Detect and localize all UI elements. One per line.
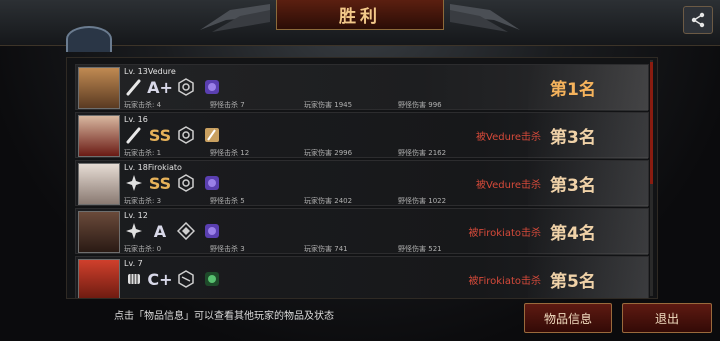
page-title: 胜利: [339, 7, 381, 27]
equipment-icons: A: [124, 220, 222, 242]
armor-icon: [176, 173, 196, 193]
rank-label: 第1名: [550, 80, 596, 100]
killed-by-text: 被Vedure击杀: [476, 180, 541, 191]
monster-kills-stat: 野怪击杀 12: [210, 149, 250, 157]
player-level-name: Lv. 16: [124, 115, 148, 124]
player-kills-stat: 玩家击杀: 3: [124, 197, 162, 205]
item-info-button[interactable]: 物品信息: [524, 303, 612, 333]
armor-icon: [176, 269, 196, 289]
hint-text: 点击「物品信息」可以查看其他玩家的物品及状态: [114, 311, 334, 322]
player-level-name: Lv. 7: [124, 259, 143, 268]
scrollbar-thumb[interactable]: [650, 62, 653, 184]
share-button[interactable]: [683, 6, 713, 34]
bat-weapon-icon: [124, 77, 144, 97]
avatar: [78, 67, 120, 109]
player-level-name: Lv. 18Firokiato: [124, 163, 182, 172]
armor-icon: [176, 221, 196, 241]
equipment-icons: SS: [124, 124, 222, 146]
player-level: Lv. 16: [124, 115, 148, 124]
player-row[interactable]: Lv. 12 A 玩家击杀: 0 野怪击杀 3 玩家伤害 741 野怪伤害 52…: [75, 208, 649, 255]
item-icon: [202, 125, 222, 145]
player-name: Vedure: [147, 67, 176, 76]
player-level: Lv. 12: [124, 211, 148, 220]
monster-kills-stat: 野怪击杀 7: [210, 101, 245, 109]
shuriken-weapon-icon: [124, 173, 144, 193]
monster-kills-stat: 野怪击杀 5: [210, 197, 245, 205]
grade-badge: A+: [147, 77, 173, 97]
title-plate: 胜利: [276, 0, 444, 30]
mode-emblem-icon: [66, 26, 112, 52]
player-level: Lv. 13: [124, 67, 148, 76]
equipment-icons: C+: [124, 268, 222, 290]
armor-icon: [176, 77, 196, 97]
player-name: Firokiato: [147, 163, 182, 172]
exit-button[interactable]: 退出: [622, 303, 712, 333]
rank-label: 第3名: [550, 176, 596, 196]
right-wing-ornament: [450, 4, 520, 32]
item-icon: [202, 269, 222, 289]
avatar: [78, 211, 120, 253]
item-icon: [202, 173, 222, 193]
player-damage-stat: 玩家伤害 2402: [304, 197, 353, 205]
monster-kills-stat: 野怪击杀 3: [210, 245, 245, 253]
player-kills-stat: 玩家击杀: 0: [124, 245, 162, 253]
shuriken-weapon-icon: [124, 221, 144, 241]
monster-damage-stat: 野怪伤害 2162: [398, 149, 447, 157]
player-kills-stat: 玩家击杀: 1: [124, 149, 162, 157]
player-row[interactable]: Lv. 18Firokiato SS 玩家击杀: 3 野怪击杀 5 玩家伤害 2…: [75, 160, 649, 207]
bat-weapon-icon: [124, 125, 144, 145]
avatar: [78, 259, 120, 298]
player-damage-stat: 玩家伤害 741: [304, 245, 348, 253]
avatar: [78, 115, 120, 157]
equipment-icons: SS: [124, 172, 222, 194]
player-level: Lv. 18: [124, 163, 148, 172]
item-icon: [202, 77, 222, 97]
armor-icon: [176, 125, 196, 145]
results-panel[interactable]: Lv. 13Vedure A+ 玩家击杀: 4 野怪击杀 7 玩家伤害 1945…: [66, 57, 658, 299]
killed-by-text: 被Firokiato击杀: [468, 228, 541, 239]
player-row[interactable]: Lv. 16 SS 玩家击杀: 1 野怪击杀 12 玩家伤害 2996 野怪伤害…: [75, 112, 649, 159]
fist-weapon-icon: [124, 269, 144, 289]
player-level-name: Lv. 12: [124, 211, 148, 220]
monster-damage-stat: 野怪伤害 521: [398, 245, 442, 253]
rank-label: 第5名: [550, 272, 596, 292]
player-kills-stat: 玩家击杀: 4: [124, 101, 162, 109]
rank-label: 第3名: [550, 128, 596, 148]
player-level: Lv. 7: [124, 259, 143, 268]
killed-by-text: 被Vedure击杀: [476, 132, 541, 143]
share-icon: [691, 12, 705, 28]
player-row[interactable]: Lv. 7 C+ 被Firokiato击杀 第5名: [75, 256, 649, 298]
grade-badge: C+: [147, 269, 173, 289]
avatar: [78, 163, 120, 205]
grade-badge: SS: [148, 125, 172, 145]
monster-damage-stat: 野怪伤害 996: [398, 101, 442, 109]
player-level-name: Lv. 13Vedure: [124, 67, 176, 76]
left-wing-ornament: [200, 4, 270, 32]
grade-badge: A: [153, 221, 167, 241]
monster-damage-stat: 野怪伤害 1022: [398, 197, 447, 205]
grade-badge: SS: [148, 173, 172, 193]
player-damage-stat: 玩家伤害 2996: [304, 149, 353, 157]
equipment-icons: A+: [124, 76, 222, 98]
rank-label: 第4名: [550, 224, 596, 244]
killed-by-text: 被Firokiato击杀: [468, 276, 541, 287]
player-row[interactable]: Lv. 13Vedure A+ 玩家击杀: 4 野怪击杀 7 玩家伤害 1945…: [75, 64, 649, 111]
player-damage-stat: 玩家伤害 1945: [304, 101, 353, 109]
item-icon: [202, 221, 222, 241]
